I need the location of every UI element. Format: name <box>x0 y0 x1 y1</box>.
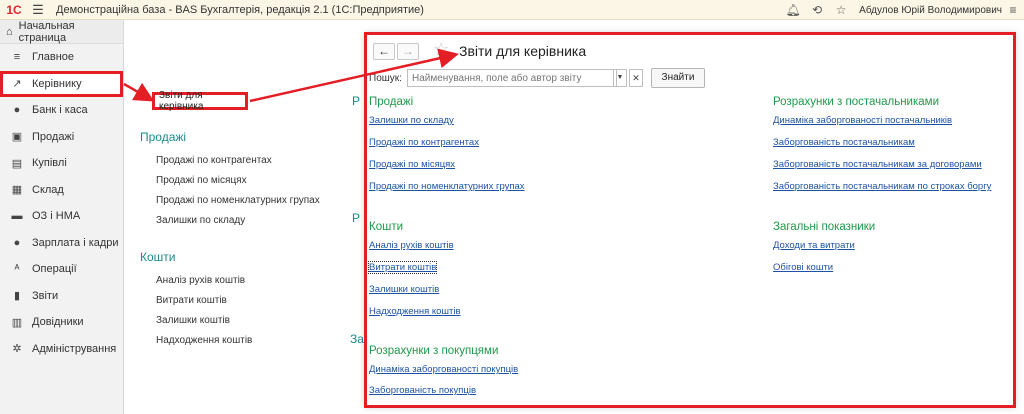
sections-sidebar: ⌂ Начальная страница ≡ Главное ↗ Керівнику… <box>0 20 124 414</box>
report-link[interactable]: Залишки коштів <box>369 284 439 295</box>
report-link[interactable]: Динаміка заборгованості покупців <box>369 364 518 375</box>
report-link[interactable]: Динаміка заборгованості постачальників <box>773 115 952 126</box>
truck-icon: ▬ <box>11 210 23 223</box>
mid-link-cash-flow[interactable]: Аналіз рухів коштів <box>156 275 245 286</box>
sidebar-item-salary[interactable]: ● Зарплата і кадри <box>0 230 123 257</box>
window-title: Демонстраційна база - BAS Бухгалтерія, р… <box>56 3 424 16</box>
sidebar-item-manager[interactable]: ↗ Керівнику <box>0 70 123 97</box>
report-link[interactable]: Заборгованість постачальникам за договор… <box>773 159 982 170</box>
sidebar-item-assets[interactable]: ▬ ОЗ і НМА <box>0 203 123 230</box>
report-link[interactable]: Заборгованість постачальникам по строках… <box>773 181 991 192</box>
forward-arrow-icon[interactable]: → <box>397 43 419 60</box>
mid-link-stock-balance[interactable]: Залишки по складу <box>156 215 245 226</box>
back-arrow-icon[interactable]: ← <box>373 43 395 60</box>
bar-chart-icon: ▮ <box>13 290 21 303</box>
sidebar-item-operations[interactable]: ᴬ Операції <box>0 256 123 283</box>
sidebar-item-reports[interactable]: ▮ Звіти <box>0 283 123 310</box>
sidebar-item-label: Звіти <box>32 289 59 302</box>
more-menu-icon[interactable]: ≡ <box>1002 3 1024 17</box>
sidebar-item-label: Зарплата і кадри <box>32 236 119 249</box>
sidebar-home-label: Начальная страница <box>18 19 75 44</box>
report-link[interactable]: Продажі по номенклатурних групах <box>369 181 525 192</box>
title-bar: 1С ☰ Демонстраційна база - BAS Бухгалтер… <box>0 0 1024 20</box>
section-customers: Розрахунки з покупцями <box>369 345 499 357</box>
cart-icon: ▤ <box>11 157 23 170</box>
mid-link-sales-by-groups[interactable]: Продажі по номенклатурних групах <box>156 195 320 206</box>
favorites-star-icon[interactable]: ☆ <box>829 3 853 17</box>
gear-icon: ✲ <box>12 343 22 356</box>
mid-link-sales-by-months[interactable]: Продажі по місяцях <box>156 175 247 186</box>
sidebar-item-label: ОЗ і НМА <box>32 210 81 223</box>
clear-icon[interactable]: ✕ <box>629 69 643 87</box>
home-icon: ⌂ <box>6 25 13 38</box>
sales-heading: Продажі <box>140 130 187 144</box>
cash-heading: Кошти <box>140 250 176 264</box>
report-link[interactable]: Продажі по місяцях <box>369 159 455 170</box>
report-link[interactable]: Надходження коштів <box>369 306 461 317</box>
sidebar-item-label: Главное <box>32 51 75 64</box>
title-bar-tools: 🔔︎ ⟲ ☆ Абдулов Юрій Володимирович ≡ <box>781 0 1024 20</box>
warehouse-icon: ▦ <box>11 184 23 197</box>
app-logo: 1С <box>6 2 22 17</box>
sidebar-item-label: Склад <box>32 183 64 196</box>
section-suppliers: Розрахунки з постачальниками <box>773 96 939 108</box>
reports-popup-window: ← → ☆ Звіти для керівника Пошук: ▼ ✕ Зна… <box>364 32 1016 408</box>
sidebar-item-label: Довідники <box>32 316 84 329</box>
report-link[interactable]: Продажі по контрагентах <box>369 137 479 148</box>
trend-icon: ↗ <box>12 78 22 91</box>
bag-icon: ▣ <box>11 131 23 144</box>
report-link[interactable]: Заборгованість покупців <box>369 385 476 396</box>
section-sales: Продажі <box>369 96 414 108</box>
history-icon[interactable]: ⟲ <box>805 3 829 17</box>
report-link[interactable]: Доходи та витрати <box>773 240 855 251</box>
section-general: Загальні показники <box>773 221 876 233</box>
favorite-star-icon[interactable]: ☆ <box>433 39 449 60</box>
section-cash: Кошти <box>369 221 404 233</box>
mid-link-cash-receipts[interactable]: Надходження коштів <box>156 335 252 346</box>
sidebar-item-main[interactable]: ≡ Главное <box>0 44 123 71</box>
sidebar-item-admin[interactable]: ✲ Адміністрування <box>0 336 123 363</box>
sidebar-item-label: Купівлі <box>32 157 67 170</box>
sidebar-item-label: Продажі <box>32 130 75 143</box>
coin-icon: ● <box>13 104 21 117</box>
user-name[interactable]: Абдулов Юрій Володимирович <box>859 5 1002 16</box>
find-button[interactable]: Знайти <box>651 68 705 88</box>
clipped-heading: Р <box>352 94 361 108</box>
mid-link-cash-balance[interactable]: Залишки коштів <box>156 315 230 326</box>
sidebar-item-directories[interactable]: ▥ Довідники <box>0 309 123 336</box>
sidebar-item-sales[interactable]: ▣ Продажі <box>0 124 123 151</box>
sidebar-item-label: Керівнику <box>32 77 82 90</box>
report-link[interactable]: Витрати коштів <box>367 261 438 274</box>
sidebar-item-warehouse[interactable]: ▦ Склад <box>0 177 123 204</box>
report-link[interactable]: Аналіз рухів коштів <box>369 240 454 251</box>
sidebar-item-label: Банк і каса <box>32 104 88 117</box>
report-link[interactable]: Обігові кошти <box>773 262 833 273</box>
sidebar-item-label: Операції <box>32 263 77 276</box>
annotation-arrow <box>123 82 155 102</box>
clipped-heading: За <box>350 332 364 346</box>
sidebar-item-purchases[interactable]: ▤ Купівлі <box>0 150 123 177</box>
popup-title: Звіти для керівника <box>459 43 587 59</box>
sidebar-item-label: Адміністрування <box>32 342 117 355</box>
mid-link-sales-by-contractors[interactable]: Продажі по контрагентах <box>156 155 272 166</box>
sidebar-home[interactable]: ⌂ Начальная страница <box>0 20 123 44</box>
main-menu-icon[interactable]: ☰ <box>28 2 48 18</box>
dropdown-arrow-icon[interactable]: ▼ <box>613 69 627 87</box>
sidebar-item-bank[interactable]: ● Банк і каса <box>0 97 123 124</box>
search-input[interactable] <box>407 69 617 87</box>
report-link[interactable]: Заборгованість постачальникам <box>773 137 915 148</box>
reports-for-manager-link[interactable]: Звіти для керівника <box>152 90 248 112</box>
bell-icon[interactable]: 🔔︎ <box>781 3 805 17</box>
main-icon: ≡ <box>13 51 21 64</box>
report-link[interactable]: Залишки по складу <box>369 115 454 126</box>
book-icon: ▥ <box>11 316 23 329</box>
person-icon: ● <box>13 236 21 249</box>
search-label: Пошук: <box>369 73 402 84</box>
mid-link-cash-expenses[interactable]: Витрати коштів <box>156 295 227 306</box>
operations-icon: ᴬ <box>14 263 20 276</box>
clipped-heading: Р <box>352 211 361 225</box>
